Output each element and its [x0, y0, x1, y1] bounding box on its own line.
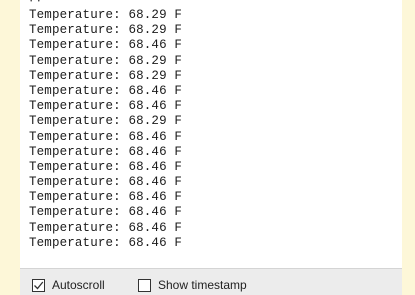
serial-output-line: Temperature: 68.46 F [29, 129, 183, 144]
serial-output-line: Temperature: 68.29 F [29, 114, 183, 129]
serial-output-line: Temperature: 68.46 F [29, 83, 183, 98]
serial-output-line: Temperature: 68.46 F [29, 175, 183, 190]
background-strip [402, 0, 415, 295]
serial-output-line: Temperature: 68.29 F [29, 23, 183, 38]
serial-output-line: Temperature: 68.46 F [29, 190, 183, 205]
autoscroll-checkbox[interactable] [32, 278, 45, 292]
serial-output-area[interactable]: · · Temperature: 68.29 F Temperature: 68.… [20, 0, 402, 262]
serial-monitor-window: · · Temperature: 68.29 F Temperature: 68.… [20, 0, 402, 295]
show-timestamp-checkbox[interactable] [138, 278, 151, 292]
serial-output-line: Temperature: 68.46 F [29, 144, 183, 159]
serial-output-line: Temperature: 68.46 F [29, 159, 183, 174]
show-timestamp-option[interactable]: Show timestamp [138, 277, 247, 293]
show-timestamp-label: Show timestamp [158, 278, 247, 292]
serial-monitor-options-bar: Autoscroll Show timestamp [20, 268, 402, 295]
serial-output-line: Temperature: 68.29 F [29, 53, 183, 68]
checkmark-icon [34, 281, 44, 289]
serial-output-line: Temperature: 68.29 F [29, 8, 183, 22]
serial-output-line: Temperature: 68.29 F [29, 68, 183, 83]
partial-output-line: · · [29, 0, 41, 8]
serial-output-line: Temperature: 68.46 F [29, 220, 183, 235]
serial-output-lines: Temperature: 68.29 F Temperature: 68.29 F… [29, 8, 182, 251]
serial-output-line: Temperature: 68.46 F [29, 235, 183, 250]
serial-output-line: Temperature: 68.46 F [29, 38, 183, 53]
autoscroll-option[interactable]: Autoscroll [32, 277, 105, 293]
serial-output-line: Temperature: 68.46 F [29, 99, 183, 114]
serial-output-line: Temperature: 68.46 F [29, 205, 183, 220]
autoscroll-label: Autoscroll [52, 278, 105, 292]
